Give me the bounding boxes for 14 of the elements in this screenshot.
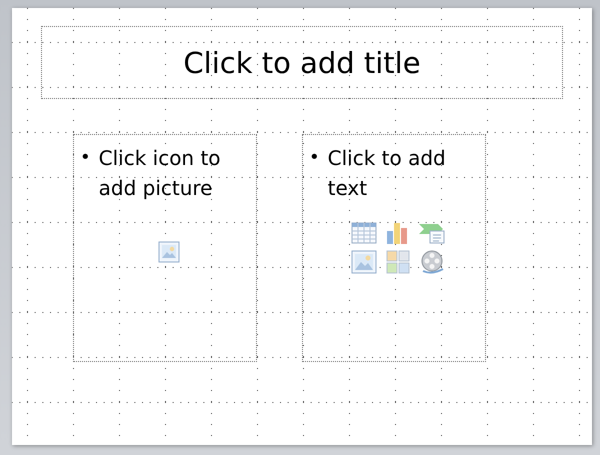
bullet: •	[80, 146, 91, 170]
content-placeholder[interactable]: • Click to add text	[302, 134, 486, 362]
bullet: •	[309, 146, 320, 170]
title-placeholder[interactable]: Click to add title	[41, 26, 563, 99]
diagram-icon[interactable]	[418, 222, 446, 244]
bullet-text: Click to add text	[328, 145, 447, 202]
bullet-text: Click icon to add picture	[98, 145, 222, 202]
picture-icon[interactable]	[158, 241, 180, 263]
film-reel-icon[interactable]	[419, 249, 445, 275]
content-placeholder[interactable]: • Click icon to add picture	[73, 134, 257, 362]
clip-art-icon[interactable]	[386, 250, 410, 274]
title-prompt: Click to add title	[183, 46, 421, 80]
picture-icon[interactable]	[351, 250, 377, 274]
table-icon[interactable]	[351, 222, 377, 244]
